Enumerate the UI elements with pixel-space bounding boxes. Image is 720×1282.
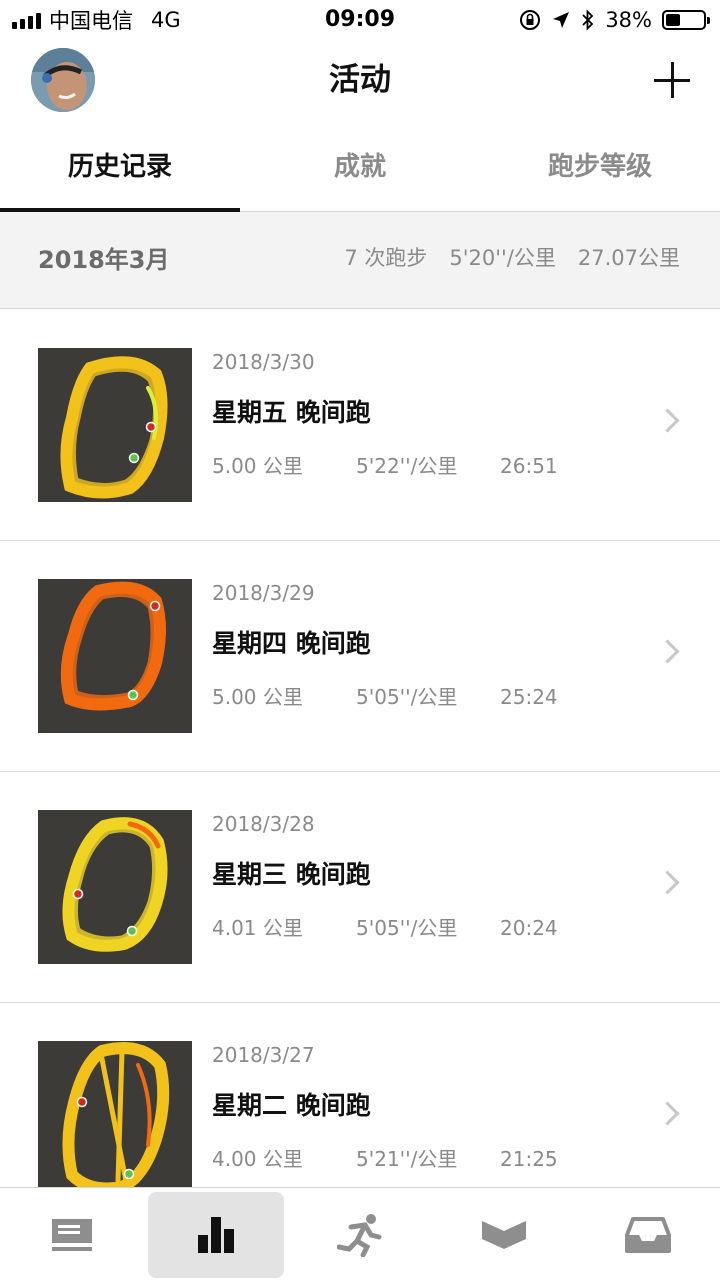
chevron-right-icon [655, 408, 680, 433]
battery-percent: 38% [605, 8, 652, 32]
activity-title: 星期五 晚间跑 [212, 398, 371, 427]
status-bar: 中国电信 4G 09:09 38% [0, 0, 720, 40]
activity-duration: 26:51 [500, 454, 558, 478]
activity-row[interactable]: 2018/3/29 星期四 晚间跑 5.00 公里 5'05''/公里 25:2… [0, 541, 720, 772]
add-activity-button[interactable] [654, 62, 690, 98]
activity-pace: 5'22''/公里 [356, 454, 458, 478]
activity-distance: 4.01 公里 [212, 916, 303, 940]
tabbar-feed[interactable] [4, 1188, 140, 1282]
bottom-tab-bar [0, 1187, 720, 1282]
tab-history[interactable]: 历史记录 [0, 124, 240, 212]
page-title: 活动 [329, 62, 391, 98]
start-marker-icon [127, 689, 139, 701]
activity-date: 2018/3/29 [212, 581, 315, 605]
activity-row[interactable]: 2018/3/30 星期五 晚间跑 5.00 公里 5'22''/公里 26:5… [0, 310, 720, 541]
inbox-icon [625, 1217, 671, 1253]
activity-row[interactable]: 2018/3/28 星期三 晚间跑 4.01 公里 5'05''/公里 20:2… [0, 772, 720, 1003]
end-marker-icon [145, 421, 157, 433]
month-label: 2018年3月 [38, 246, 170, 274]
activity-pace: 5'21''/公里 [356, 1147, 458, 1171]
start-marker-icon [123, 1168, 135, 1180]
status-right: 38% [519, 6, 710, 34]
rotation-lock-icon [520, 10, 541, 30]
bluetooth-icon [582, 9, 594, 31]
activity-date: 2018/3/27 [212, 1043, 315, 1067]
chevron-right-icon [655, 639, 680, 664]
tab-running-level[interactable]: 跑步等级 [480, 124, 720, 211]
end-marker-icon [72, 888, 84, 900]
tab-achievements[interactable]: 成就 [240, 124, 480, 211]
route-highlight [136, 1063, 152, 1147]
segment-tabs: 历史记录 成就 跑步等级 [0, 124, 720, 212]
start-marker-icon [128, 452, 140, 464]
activity-chart-icon [198, 1217, 234, 1253]
activity-duration: 25:24 [500, 685, 558, 709]
end-marker-icon [76, 1096, 88, 1108]
activity-duration: 20:24 [500, 916, 558, 940]
battery-icon [662, 10, 710, 30]
month-stats: 7 次跑步 5'20''/公里 27.07公里 [344, 212, 680, 304]
end-marker-icon [149, 600, 161, 612]
tabbar-coach[interactable] [436, 1188, 572, 1282]
route-map-thumbnail [38, 348, 192, 502]
month-summary: 2018年3月 7 次跑步 5'20''/公里 27.07公里 [0, 212, 720, 309]
activity-date: 2018/3/28 [212, 812, 315, 836]
month-pace: 5'20''/公里 [449, 246, 556, 270]
route-map-thumbnail [38, 579, 192, 733]
activity-distance: 4.00 公里 [212, 1147, 303, 1171]
month-runs: 7 次跑步 [344, 246, 428, 270]
coach-icon [482, 1221, 526, 1249]
runner-icon [337, 1214, 382, 1257]
activity-date: 2018/3/30 [212, 350, 315, 374]
activity-title: 星期二 晚间跑 [212, 1091, 371, 1120]
feed-icon [52, 1219, 92, 1251]
month-distance: 27.07公里 [577, 246, 680, 270]
activity-distance: 5.00 公里 [212, 454, 303, 478]
tabbar-inbox[interactable] [580, 1188, 716, 1282]
route-map-thumbnail [38, 810, 192, 964]
activity-row[interactable]: 2018/3/27 星期二 晚间跑 4.00 公里 5'21''/公里 21:2… [0, 1003, 720, 1187]
chevron-right-icon [655, 1101, 680, 1126]
chevron-right-icon [655, 870, 680, 895]
nav-bar: 活动 [0, 40, 720, 124]
activity-list: 2018/3/30 星期五 晚间跑 5.00 公里 5'22''/公里 26:5… [0, 310, 720, 1187]
activity-duration: 21:25 [500, 1147, 558, 1171]
start-marker-icon [126, 925, 138, 937]
tabbar-activity[interactable] [148, 1192, 284, 1278]
route-map-thumbnail [38, 1041, 192, 1187]
tabbar-run[interactable] [292, 1188, 428, 1282]
activity-title: 星期三 晚间跑 [212, 860, 371, 889]
location-arrow-icon [553, 12, 570, 28]
activity-distance: 5.00 公里 [212, 685, 303, 709]
activity-pace: 5'05''/公里 [356, 916, 458, 940]
activity-pace: 5'05''/公里 [356, 685, 458, 709]
activity-title: 星期四 晚间跑 [212, 629, 371, 658]
